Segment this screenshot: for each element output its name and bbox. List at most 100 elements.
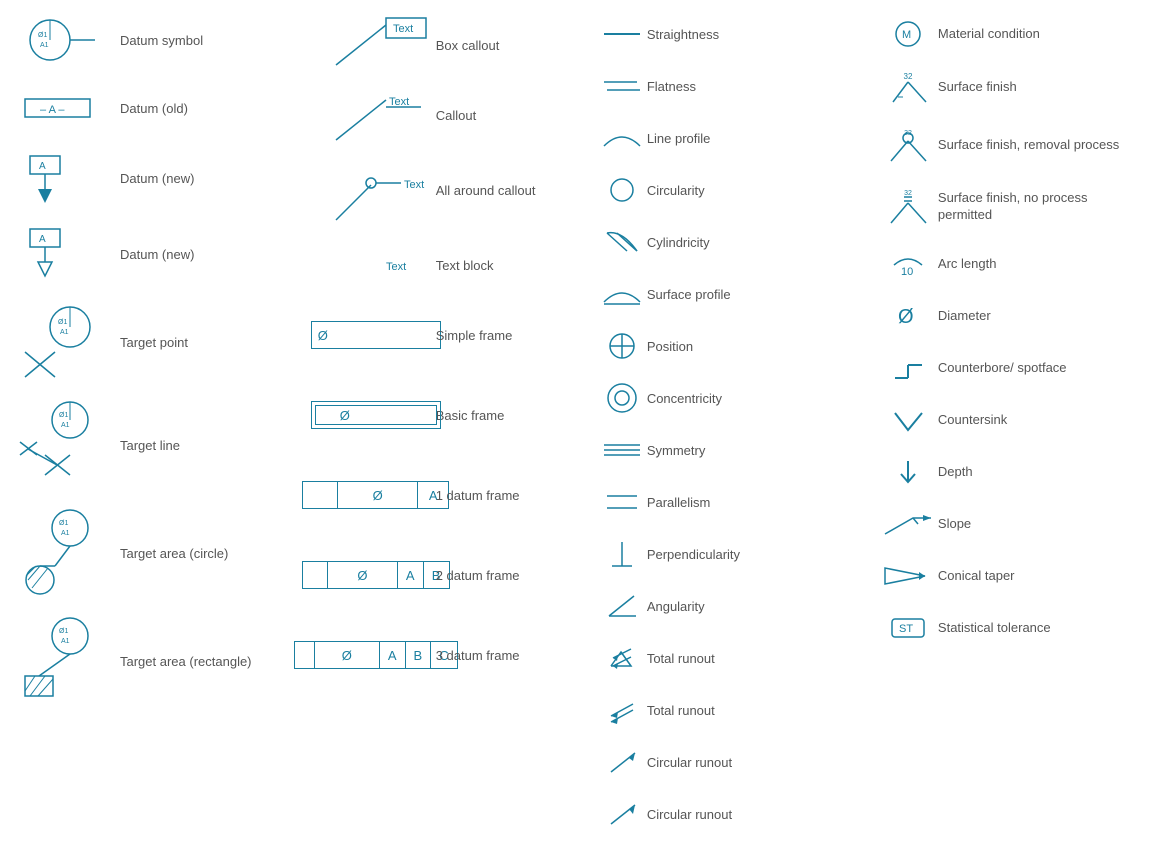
counterbore-label: Counterbore/ spotface bbox=[938, 360, 1139, 377]
cylindricity-row: Cylindricity bbox=[597, 223, 858, 261]
target-area-rect-icon: Ø1 A1 bbox=[10, 616, 120, 706]
basic-frame-label: Basic frame bbox=[436, 408, 577, 423]
datum-new1-icon: A bbox=[10, 151, 120, 206]
svg-text:Ø1: Ø1 bbox=[59, 520, 68, 527]
datum-new1-label: Datum (new) bbox=[120, 171, 296, 186]
material-condition-label: Material condition bbox=[938, 26, 1139, 43]
diameter-icon: Ø bbox=[878, 301, 938, 331]
circular-runout-2-icon bbox=[597, 800, 647, 828]
target-area-circle-label: Target area (circle) bbox=[120, 546, 296, 561]
callout-label: Callout bbox=[436, 108, 577, 123]
statistical-tolerance-label: Statistical tolerance bbox=[938, 620, 1139, 637]
angularity-icon bbox=[597, 591, 647, 621]
callout-icon: Text bbox=[316, 85, 436, 145]
surface-finish-1-label: Surface finish bbox=[938, 79, 1139, 96]
svg-text:M: M bbox=[902, 29, 911, 41]
arc-length-icon: 10 bbox=[878, 249, 938, 279]
flatness-row: Flatness bbox=[597, 67, 858, 105]
datum-symbol-label: Datum symbol bbox=[120, 33, 296, 48]
depth-row: Depth bbox=[878, 453, 1139, 491]
svg-text:A1: A1 bbox=[61, 530, 70, 537]
angularity-label: Angularity bbox=[647, 599, 858, 614]
additional-symbols-column: M Material condition 32 Surface finish bbox=[868, 10, 1149, 852]
flatness-icon bbox=[597, 75, 647, 97]
angularity-row: Angularity bbox=[597, 587, 858, 625]
parallelism-row: Parallelism bbox=[597, 483, 858, 521]
simple-frame-icon: Ø bbox=[316, 321, 436, 349]
surface-finish-2-row: 32 Surface finish, removal process bbox=[878, 121, 1139, 169]
depth-icon bbox=[878, 456, 938, 488]
text-block-icon: Text bbox=[316, 245, 436, 285]
svg-text:A1: A1 bbox=[61, 638, 70, 645]
surface-finish-3-label: Surface finish, no process permitted bbox=[938, 190, 1139, 224]
diameter-row: Ø Diameter bbox=[878, 297, 1139, 335]
circular-runout-2-label: Circular runout bbox=[647, 807, 858, 822]
position-row: Position bbox=[597, 327, 858, 365]
basic-frame-row: Ø Basic frame bbox=[316, 385, 577, 445]
svg-text:ST: ST bbox=[899, 623, 913, 635]
statistical-tolerance-icon: ST bbox=[878, 614, 938, 642]
datum-old-label: Datum (old) bbox=[120, 101, 296, 116]
svg-text:Ø1: Ø1 bbox=[59, 628, 68, 635]
countersink-row: Countersink bbox=[878, 401, 1139, 439]
datum-frame-3-label: 3 datum frame bbox=[436, 648, 577, 663]
target-line-icon: Ø1 A1 bbox=[10, 400, 120, 490]
surface-profile-label: Surface profile bbox=[647, 287, 858, 302]
datum-frame-3-icon: Ø A B C bbox=[316, 641, 436, 669]
material-condition-icon: M bbox=[878, 20, 938, 48]
svg-text:32: 32 bbox=[904, 130, 912, 137]
svg-text:10: 10 bbox=[901, 266, 913, 278]
flatness-label: Flatness bbox=[647, 79, 858, 94]
perpendicularity-icon bbox=[597, 538, 647, 570]
datum-symbols-column: Ø1 A1 Datum symbol – A – Datum (old) A bbox=[0, 10, 306, 852]
datum-old-icon: – A – bbox=[10, 91, 120, 126]
datum-new1-row: A Datum (new) bbox=[10, 151, 296, 206]
conical-taper-icon bbox=[878, 562, 938, 590]
text-block-label: Text block bbox=[436, 258, 577, 273]
svg-text:Text: Text bbox=[389, 96, 409, 108]
datum-new2-icon: A bbox=[10, 224, 120, 284]
svg-text:Ø1: Ø1 bbox=[38, 32, 47, 39]
surface-finish-3-icon: 32 bbox=[878, 185, 938, 229]
cylindricity-icon bbox=[597, 228, 647, 256]
datum-symbol-row: Ø1 A1 Datum symbol bbox=[10, 15, 296, 65]
datum-frame-2-row: Ø A B 2 datum frame bbox=[316, 545, 577, 605]
surface-finish-2-icon: 32 bbox=[878, 123, 938, 167]
circularity-icon bbox=[597, 175, 647, 205]
target-area-rect-label: Target area (rectangle) bbox=[120, 654, 296, 669]
symmetry-row: Symmetry bbox=[597, 431, 858, 469]
datum-frame-1-row: Ø A 1 datum frame bbox=[316, 465, 577, 525]
arc-length-label: Arc length bbox=[938, 256, 1139, 273]
box-callout-row: Text Box callout bbox=[316, 15, 577, 75]
svg-text:Ø1: Ø1 bbox=[59, 412, 68, 419]
counterbore-icon bbox=[878, 353, 938, 383]
target-line-label: Target line bbox=[120, 438, 296, 453]
line-profile-icon bbox=[597, 126, 647, 151]
surface-finish-2-label: Surface finish, removal process bbox=[938, 137, 1139, 154]
circular-runout-1-label: Circular runout bbox=[647, 755, 858, 770]
circular-runout-2-row: Circular runout bbox=[597, 795, 858, 833]
material-condition-row: M Material condition bbox=[878, 15, 1139, 53]
box-callout-icon: Text bbox=[316, 15, 436, 75]
target-area-circle-icon: Ø1 A1 bbox=[10, 508, 120, 598]
depth-label: Depth bbox=[938, 464, 1139, 481]
target-line-row: Ø1 A1 Target line bbox=[10, 400, 296, 490]
cylindricity-label: Cylindricity bbox=[647, 235, 858, 250]
conical-taper-label: Conical taper bbox=[938, 568, 1139, 585]
total-runout-2-icon bbox=[597, 696, 647, 724]
line-profile-label: Line profile bbox=[647, 131, 858, 146]
datum-frame-1-label: 1 datum frame bbox=[436, 488, 577, 503]
target-area-rect-row: Ø1 A1 Target area (rectangle) bbox=[10, 616, 296, 706]
surface-profile-row: Surface profile bbox=[597, 275, 858, 313]
datum-frame-2-icon: Ø A B bbox=[316, 561, 436, 589]
svg-text:32: 32 bbox=[903, 72, 912, 81]
countersink-icon bbox=[878, 405, 938, 435]
straightness-icon bbox=[597, 24, 647, 44]
total-runout-2-label: Total runout bbox=[647, 703, 858, 718]
simple-frame-row: Ø Simple frame bbox=[316, 305, 577, 365]
straightness-row: Straightness bbox=[597, 15, 858, 53]
box-callout-label: Box callout bbox=[436, 38, 577, 53]
all-around-callout-label: All around callout bbox=[436, 183, 577, 198]
all-around-callout-icon: Text bbox=[316, 155, 436, 225]
arc-length-row: 10 Arc length bbox=[878, 245, 1139, 283]
